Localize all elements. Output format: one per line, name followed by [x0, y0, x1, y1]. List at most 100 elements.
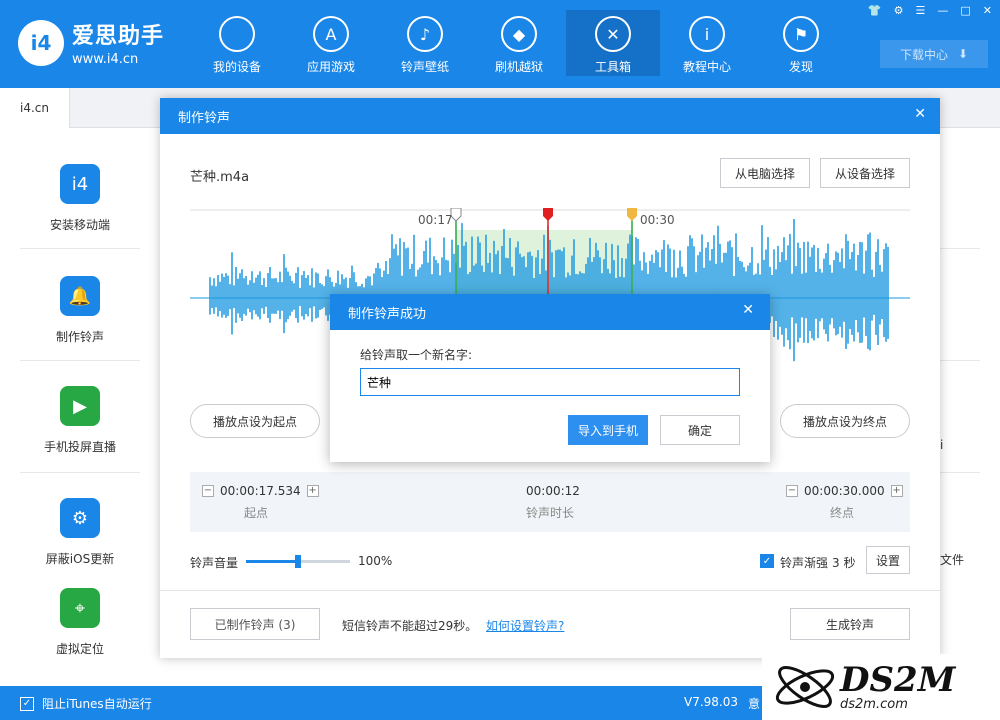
made-ringtones-button[interactable]: 已制作铃声 (3): [190, 608, 320, 640]
end-time-value: 00:00:30.000: [804, 484, 885, 498]
app-logo: i4 爱思助手 www.i4.cn: [18, 18, 164, 67]
volume-slider[interactable]: [246, 555, 350, 568]
download-center-button[interactable]: 下载中心 ⬇: [880, 40, 988, 68]
settings-button[interactable]: 设置: [866, 546, 910, 574]
start-time-control: − 00:00:17.534 +: [202, 484, 319, 498]
fade-value: 3 秒: [832, 556, 856, 570]
minimize-icon[interactable]: —: [937, 4, 948, 17]
close-icon[interactable]: ✕: [983, 4, 992, 17]
playhead-icon: [543, 208, 553, 221]
end-increment-button[interactable]: +: [890, 485, 903, 497]
success-modal: 制作铃声成功 ✕ 给铃声取一个新名字: 导入到手机 确定: [330, 294, 770, 462]
duration-label: 铃声时长: [526, 506, 575, 520]
toolbox-sidebar: i4 安装移动端 🔔 制作铃声 ▶ 手机投屏直播 ⚙ 屏蔽iOS更新 ⌖ 虚拟定…: [0, 128, 160, 686]
atom-logo-icon: [775, 666, 835, 708]
box-icon: ◆: [501, 16, 537, 52]
nav-discover[interactable]: ⚑ 发现: [754, 10, 848, 76]
nav-ringtones-wallpapers[interactable]: ♪ 铃声壁纸: [378, 10, 472, 76]
feedback-partial[interactable]: 意: [748, 695, 760, 712]
start-time-value: 00:00:17.534: [220, 484, 301, 498]
watermark-title: DS2M: [840, 659, 956, 700]
right-tool-column: i 文件: [940, 128, 1000, 686]
volume-slider-fill: [246, 560, 298, 563]
block-itunes-toggle[interactable]: ✓ 阻止iTunes自动运行: [20, 695, 152, 712]
nav-apps-games[interactable]: A 应用游戏: [284, 10, 378, 76]
flag-icon: ⚑: [783, 16, 819, 52]
nav-toolbox[interactable]: ✕ 工具箱: [566, 10, 660, 76]
tab-i4cn[interactable]: i4.cn: [0, 88, 70, 128]
choose-from-device-button[interactable]: 从设备选择: [820, 158, 910, 188]
maximize-icon[interactable]: □: [960, 4, 970, 17]
generate-ringtone-button[interactable]: 生成铃声: [790, 608, 910, 640]
start-decrement-button[interactable]: −: [202, 485, 214, 497]
gear-icon: ⚙: [60, 498, 100, 538]
volume-slider-thumb[interactable]: [295, 555, 301, 568]
logo-url: www.i4.cn: [72, 52, 139, 67]
fade-label: 铃声渐强: [780, 556, 829, 570]
i4-app-icon: i4: [60, 164, 100, 204]
fade-checkbox[interactable]: ✓: [760, 554, 774, 568]
menu-icon[interactable]: ☰: [916, 4, 926, 17]
nav-tutorials[interactable]: i 教程中心: [660, 10, 754, 76]
file-name: 芒种.m4a: [190, 170, 250, 185]
info-icon: i: [689, 16, 725, 52]
set-start-button[interactable]: 播放点设为起点: [190, 404, 320, 438]
divider: [160, 590, 940, 591]
peek-text-a: i: [940, 438, 944, 452]
divider: [940, 472, 980, 473]
version-label: V7.98.03: [684, 695, 739, 709]
apple-icon: [219, 16, 255, 52]
end-marker-time: 00:30: [640, 213, 675, 227]
divider: [20, 360, 140, 361]
range-panel: − 00:00:17.534 + 起点 00:00:12 铃声时长 − 00:0…: [190, 472, 910, 532]
screen-cast-icon: ▶: [60, 386, 100, 426]
logo-badge: i4: [18, 19, 64, 66]
location-icon: ⌖: [60, 588, 100, 628]
sidebar-item-make-ringtone[interactable]: 🔔 制作铃声: [0, 276, 160, 345]
choose-from-pc-button[interactable]: 从电脑选择: [720, 158, 810, 188]
volume-value: 100%: [358, 554, 393, 568]
settings-icon[interactable]: ⚙: [894, 4, 904, 17]
rename-prompt: 给铃声取一个新名字:: [360, 348, 473, 362]
start-marker-time: 00:17: [418, 213, 453, 227]
modal-title: 制作铃声成功: [330, 294, 770, 330]
peek-text-b: 文件: [940, 553, 965, 567]
divider: [940, 360, 980, 361]
app-store-icon: A: [313, 16, 349, 52]
ok-button[interactable]: 确定: [660, 415, 740, 445]
sms-note: 短信铃声不能超过29秒。: [342, 619, 478, 633]
dialog-title: 制作铃声: [160, 98, 940, 134]
skin-icon[interactable]: 👕: [868, 4, 882, 17]
howto-link[interactable]: 如何设置铃声?: [486, 617, 564, 634]
music-icon: ♪: [407, 16, 443, 52]
tools-icon: ✕: [595, 16, 631, 52]
end-time-control: − 00:00:30.000 +: [786, 484, 903, 498]
check-icon: ✓: [20, 696, 34, 711]
nav-my-device[interactable]: 我的设备: [190, 10, 284, 76]
logo-name: 爱思助手: [72, 24, 165, 49]
sidebar-item-install-mobile[interactable]: i4 安装移动端: [0, 164, 160, 233]
sidebar-item-block-ios-update[interactable]: ⚙ 屏蔽iOS更新: [0, 498, 160, 567]
close-icon[interactable]: ✕: [742, 302, 754, 318]
divider: [940, 248, 980, 249]
set-end-button[interactable]: 播放点设为终点: [780, 404, 910, 438]
top-bar: i4 爱思助手 www.i4.cn 我的设备 A 应用游戏 ♪ 铃声壁纸 ◆ 刷机越狱…: [0, 0, 1000, 88]
ringtone-name-input[interactable]: [360, 368, 740, 396]
bell-icon: 🔔: [60, 276, 100, 316]
start-increment-button[interactable]: +: [306, 485, 319, 497]
start-label: 起点: [244, 506, 269, 520]
close-icon[interactable]: ✕: [914, 106, 926, 122]
import-to-phone-button[interactable]: 导入到手机: [568, 415, 648, 445]
divider: [20, 248, 140, 249]
sidebar-item-screen-cast[interactable]: ▶ 手机投屏直播: [0, 386, 160, 455]
window-controls: 👕 ⚙ ☰ — □ ✕: [868, 4, 992, 17]
end-marker-icon: [627, 208, 637, 221]
nav-flash-jailbreak[interactable]: ◆ 刷机越狱: [472, 10, 566, 76]
main-nav: 我的设备 A 应用游戏 ♪ 铃声壁纸 ◆ 刷机越狱 ✕ 工具箱 i 教程中心 ⚑ 发现: [190, 10, 848, 76]
download-icon: ⬇: [957, 47, 969, 61]
sidebar-item-virtual-location[interactable]: ⌖ 虚拟定位: [0, 588, 160, 657]
volume-label: 铃声音量: [190, 556, 239, 570]
divider: [20, 472, 140, 473]
duration-value: 00:00:12: [526, 484, 580, 498]
end-decrement-button[interactable]: −: [786, 485, 798, 497]
